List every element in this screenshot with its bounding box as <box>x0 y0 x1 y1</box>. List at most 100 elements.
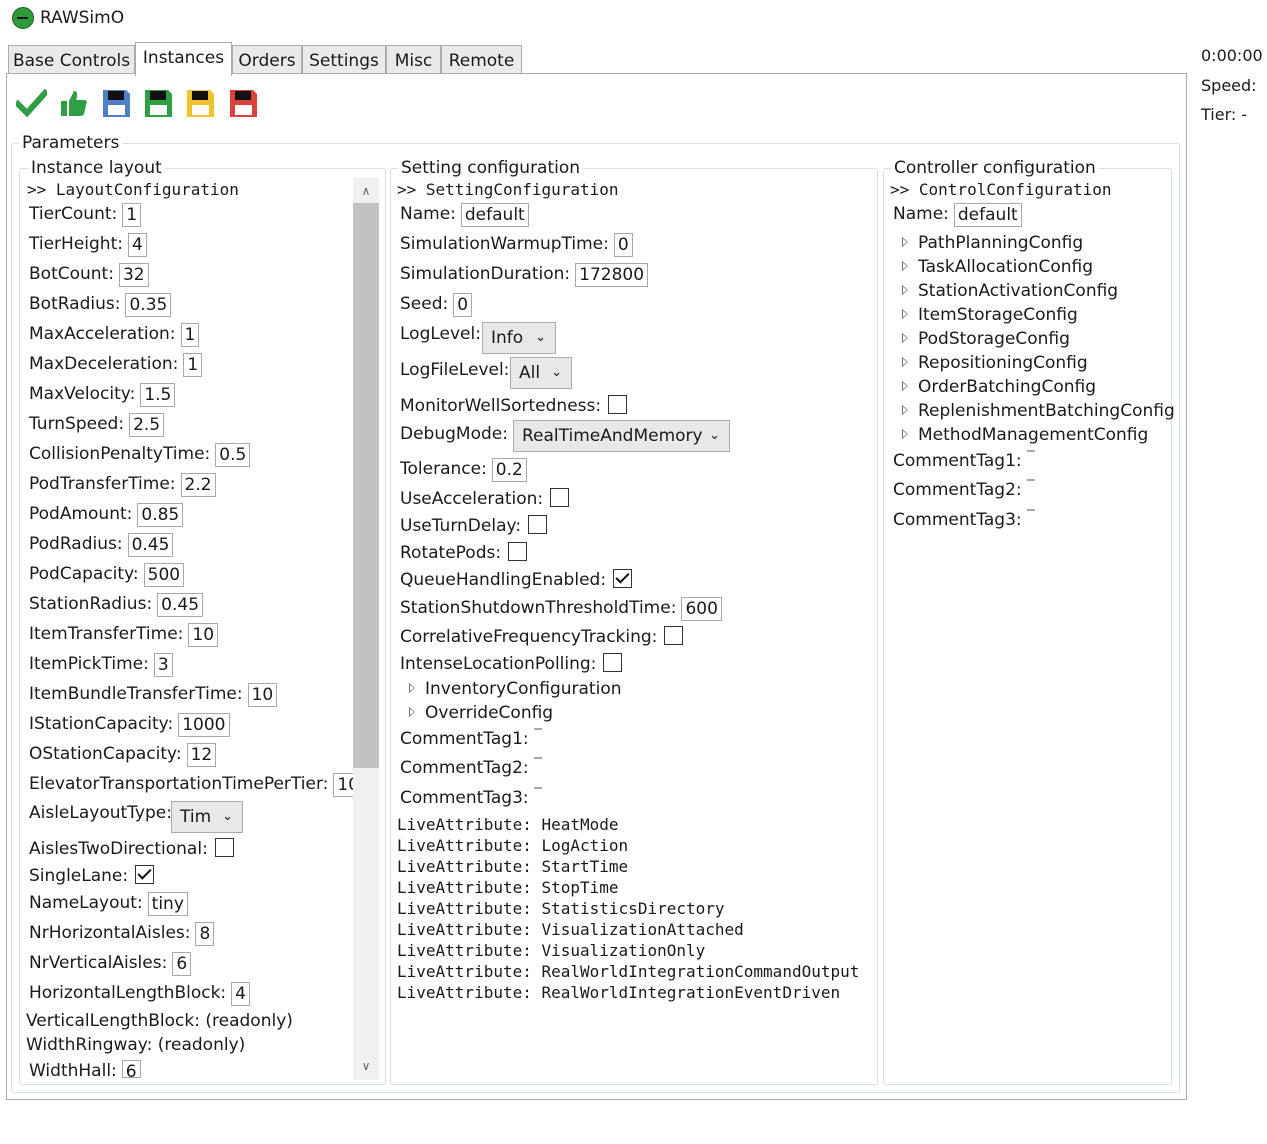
layout-prop-input[interactable]: tiny <box>147 892 188 916</box>
save-blue-icon[interactable] <box>101 88 132 119</box>
setting-name-input[interactable]: default <box>460 203 529 227</box>
control-tree-item[interactable]: PodStorageConfig <box>902 328 1070 350</box>
tolerance-label: Tolerance: <box>400 459 487 479</box>
layout-prop-input[interactable]: 1 <box>122 203 142 227</box>
layout-prop-input[interactable]: 0.5 <box>215 443 251 467</box>
debugmode-select[interactable]: RealTimeAndMemory ⌄ <box>513 420 730 452</box>
aisles-two-directional-checkbox[interactable] <box>214 838 234 857</box>
duration-input[interactable]: 172800 <box>575 263 649 287</box>
layout-prop-input[interactable]: 1 <box>180 323 200 347</box>
title-bar: RAWSimO <box>0 0 1267 38</box>
layout-prop-input[interactable]: 32 <box>118 263 149 287</box>
control-tree-item[interactable]: MethodManagementConfig <box>902 424 1148 446</box>
layout-prop-input[interactable]: 0.45 <box>127 533 174 557</box>
control-name-input[interactable]: default <box>953 203 1022 227</box>
monitor-checkbox[interactable] <box>608 395 628 414</box>
expand-triangle-icon[interactable] <box>409 707 415 717</box>
tab-instances[interactable]: Instances <box>135 42 232 76</box>
layout-prop-input[interactable]: 2.2 <box>180 473 216 497</box>
control-tree-item[interactable]: ItemStorageConfig <box>902 304 1078 326</box>
layout-prop-input[interactable]: 2.5 <box>129 413 165 437</box>
expand-triangle-icon[interactable] <box>902 237 908 247</box>
tab-orders[interactable]: Orders <box>232 45 302 74</box>
layout-prop-input[interactable]: 12 <box>186 743 217 767</box>
intense-checkbox[interactable] <box>603 653 623 672</box>
control-tree-item[interactable]: OrderBatchingConfig <box>902 376 1096 398</box>
layout-prop-input[interactable]: 8 <box>195 922 215 946</box>
loglevel-value: Info <box>491 328 524 348</box>
width-hall-input[interactable]: 6 <box>121 1060 141 1078</box>
expand-triangle-icon[interactable] <box>902 405 908 415</box>
warmup-input[interactable]: 0 <box>613 233 633 257</box>
shutdown-input[interactable]: 600 <box>681 597 722 621</box>
expand-triangle-icon[interactable] <box>902 285 908 295</box>
layout-prop-input[interactable]: 10 <box>247 683 278 707</box>
layout-prop-input[interactable]: 0.45 <box>157 593 204 617</box>
tolerance-row: Tolerance: 0.2 <box>400 458 527 482</box>
control-tree-item[interactable]: StationActivationConfig <box>902 280 1118 302</box>
loglevel-select[interactable]: Info ⌄ <box>482 322 556 354</box>
useacc-checkbox[interactable] <box>550 488 570 507</box>
tree-override-config[interactable]: OverrideConfig <box>409 702 553 724</box>
scroll-up-icon[interactable]: ∧ <box>353 179 379 203</box>
layout-prop-input[interactable]: 1 <box>183 353 203 377</box>
useturn-checkbox[interactable] <box>528 515 548 534</box>
chevron-down-icon: ⌄ <box>709 428 720 443</box>
expand-triangle-icon[interactable] <box>409 683 415 693</box>
tab-base-controls[interactable]: Base Controls <box>8 45 135 74</box>
layout-prop-input[interactable]: 500 <box>143 563 185 587</box>
logfilelevel-value: All <box>519 363 541 383</box>
useturn-row: UseTurnDelay: <box>400 515 548 537</box>
queue-label: QueueHandlingEnabled: <box>400 570 607 590</box>
layout-prop-input[interactable]: 1.5 <box>140 383 176 407</box>
tree-inventory-config[interactable]: InventoryConfiguration <box>409 678 622 700</box>
tab-misc[interactable]: Misc <box>386 45 441 74</box>
layout-prop-input[interactable]: 6 <box>172 952 192 976</box>
tab-settings[interactable]: Settings <box>302 45 386 74</box>
rotate-checkbox[interactable] <box>508 542 528 561</box>
expand-triangle-icon[interactable] <box>902 381 908 391</box>
tab-remote[interactable]: Remote <box>441 45 522 74</box>
check-icon[interactable] <box>16 88 47 119</box>
setting-comment-3-label: CommentTag3: <box>400 788 529 808</box>
correlative-checkbox[interactable] <box>664 626 684 645</box>
scroll-down-icon[interactable]: ∨ <box>353 1054 379 1078</box>
expand-triangle-icon[interactable] <box>902 261 908 271</box>
single-lane-checkbox[interactable] <box>135 865 155 884</box>
tolerance-input[interactable]: 0.2 <box>491 458 527 482</box>
control-tree-item[interactable]: TaskAllocationConfig <box>902 256 1093 278</box>
layout-prop-input[interactable]: 1000 <box>178 713 230 737</box>
control-comment-3-input[interactable] <box>1026 509 1035 511</box>
thumbs-up-icon[interactable] <box>58 88 89 119</box>
aisle-layout-type-select[interactable]: Tim ⌄ <box>171 801 243 833</box>
control-tree-item[interactable]: ReplenishmentBatchingConfig <box>902 400 1175 422</box>
layout-prop-input[interactable]: 0.35 <box>125 293 172 317</box>
layout-prop-input[interactable]: 10 <box>188 623 219 647</box>
layout-prop-input[interactable]: 3 <box>153 653 173 677</box>
expand-triangle-icon[interactable] <box>902 429 908 439</box>
setting-comment-3-input[interactable] <box>533 787 542 789</box>
queue-checkbox[interactable] <box>613 569 633 588</box>
layout-prop-row: ItemTransferTime: 10 <box>29 623 219 647</box>
control-comment-1-input[interactable] <box>1026 450 1035 452</box>
seed-row: Seed: 0 <box>400 293 473 317</box>
setting-comment-1-input[interactable] <box>533 728 542 730</box>
save-yellow-icon[interactable] <box>185 88 216 119</box>
layout-scrollbar-thumb[interactable] <box>353 203 379 768</box>
layout-prop-input[interactable]: 0.85 <box>137 503 184 527</box>
seed-input[interactable]: 0 <box>453 293 473 317</box>
control-tree-item[interactable]: PathPlanningConfig <box>902 232 1083 254</box>
expand-triangle-icon[interactable] <box>902 333 908 343</box>
rotate-row: RotatePods: <box>400 542 528 564</box>
expand-triangle-icon[interactable] <box>902 309 908 319</box>
control-comment-2-input[interactable] <box>1026 479 1035 481</box>
layout-prop-input[interactable]: 4 <box>231 982 250 1006</box>
save-green-icon[interactable] <box>143 88 174 119</box>
save-red-icon[interactable] <box>228 88 259 119</box>
setting-comment-2-input[interactable] <box>533 757 542 759</box>
control-tree-item[interactable]: RepositioningConfig <box>902 352 1088 374</box>
live-attribute-item: LiveAttribute: RealWorldIntegrationEvent… <box>397 983 841 1002</box>
layout-prop-input[interactable]: 4 <box>127 233 147 257</box>
expand-triangle-icon[interactable] <box>902 357 908 367</box>
logfilelevel-select[interactable]: All ⌄ <box>510 357 572 389</box>
